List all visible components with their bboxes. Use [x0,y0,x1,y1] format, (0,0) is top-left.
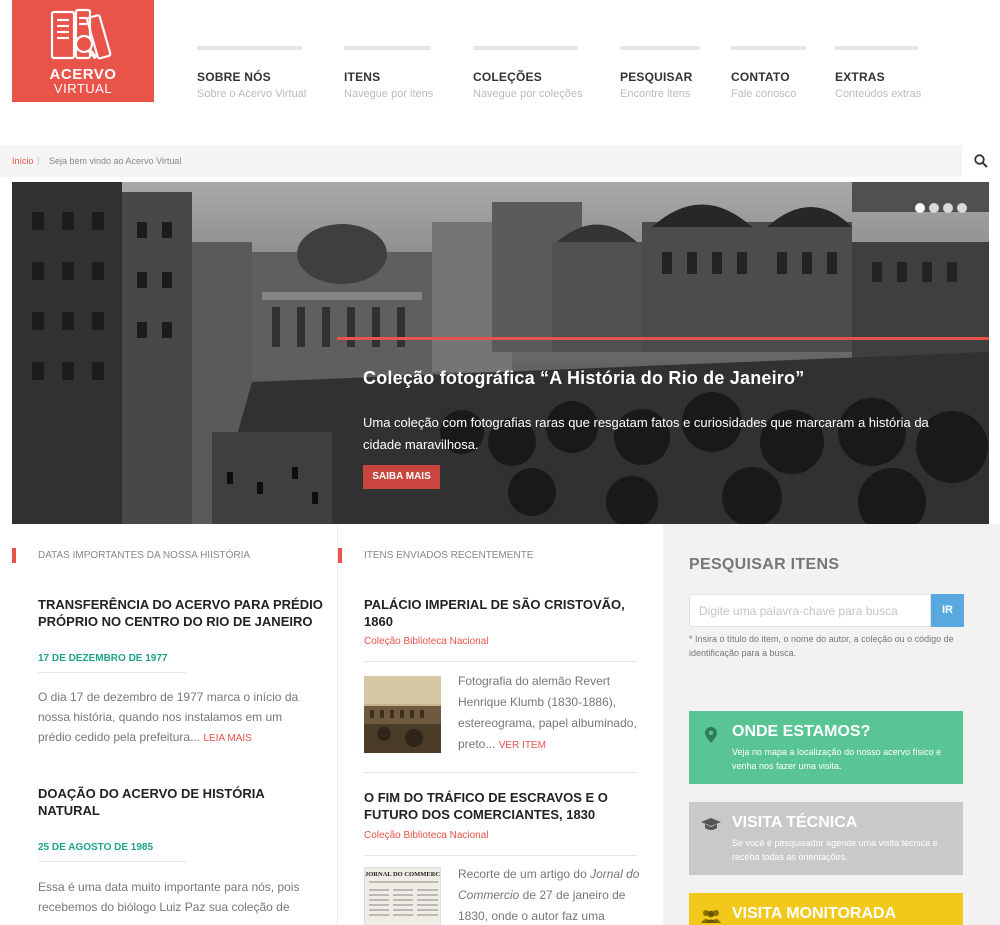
nav-title: COLEÇÕES [473,70,542,84]
nav-sobre-nos[interactable]: SOBRE NÓS Sobre o Acervo Virtual [197,46,306,100]
breadcrumb-message: Seja bem vindo ao Acervo Virtual [49,156,182,166]
item-thumbnail[interactable] [364,676,441,753]
item-text-body: Fotografia do alemão Revert Henrique Klu… [458,674,637,751]
nav-colecoes[interactable]: COLEÇÕES Navegue por coleções [473,46,582,100]
hero-title: Coleção fotográfica “A História do Rio d… [363,368,805,388]
nav-itens[interactable]: ITENS Navegue por itens [344,46,433,100]
hero-description: Uma coleção com fotografias raras que re… [363,415,929,452]
group-icon [701,910,721,923]
hero-photo [12,182,989,524]
nav-title: SOBRE NÓS [197,70,271,84]
card-title: VISITA TÉCNICA [732,814,858,831]
nav-subtitle: Conteúdos extras [835,88,922,100]
nav-subtitle: Navegue por coleções [473,88,583,100]
item-title[interactable]: O FIM DO TRÁFICO DE ESCRAVOS E O FUTURO … [364,789,634,823]
breadcrumb: Início | Seja bem vindo ao Acervo Virtua… [0,145,1000,177]
card-visita-monitorada[interactable]: VISITA MONITORADA [689,893,963,925]
nav-title: EXTRAS [835,70,885,84]
card-title: VISITA MONITORADA [732,905,897,922]
leia-mais-link[interactable]: LEIA MAIS [203,733,251,744]
palace-photo [364,676,441,753]
nav-subtitle: Encontre itens [620,88,691,100]
header-search-button[interactable] [962,145,1000,177]
items-column: ITENS ENVIADOS RECENTEMENTE PALÁCIO IMPE… [337,524,663,925]
slider-dots [915,203,967,213]
breadcrumb-home-link[interactable]: Início [12,156,34,166]
nav-subtitle: Fale conosco [731,88,797,100]
slider-dot[interactable] [943,203,953,213]
search-title: PESQUISAR ITENS [689,556,840,573]
item-description: Fotografia do alemão Revert Henrique Klu… [458,671,643,756]
hero-slider: Coleção fotográfica “A História do Rio d… [12,182,989,524]
books-magnifier-icon [50,8,112,60]
event-text: Essa é uma data muito importante para nó… [38,880,300,914]
search-submit-button[interactable]: IR [931,594,964,627]
nav-subtitle: Sobre o Acervo Virtual [197,88,307,100]
item-collection-link[interactable]: Coleção Biblioteca Nacional [364,636,489,647]
nav-title: CONTATO [731,70,790,84]
item-collection-link[interactable]: Coleção Biblioteca Nacional [364,830,489,841]
slider-dot[interactable] [957,203,967,213]
dates-heading: DATAS IMPORTANTES DA NOSSA HIISTÓRIA [12,548,250,563]
sidebar: PESQUISAR ITENS IR * Insira o título do … [663,524,1000,925]
card-title: ONDE ESTAMOS? [732,723,871,740]
breadcrumb-separator: | [37,155,40,165]
item-title[interactable]: PALÁCIO IMPERIAL DE SÃO CRISTOVÃO, 1860 [364,596,634,630]
nav-extras[interactable]: EXTRAS Conteúdos extras [835,46,921,100]
item-text-pre: Recorte de um artigo do [458,867,591,881]
event-text-body: O dia 17 de dezembro de 1977 marca o iní… [38,690,299,744]
nav-contato[interactable]: CONTATO Fale conosco [731,46,806,100]
card-onde-estamos[interactable]: ONDE ESTAMOS? Veja no mapa a localização… [689,711,963,784]
nav-bar [731,46,806,50]
event-text: O dia 17 de dezembro de 1977 marca o iní… [38,687,313,749]
nav-bar [620,46,700,50]
event-date: 25 DE AGOSTO DE 1985 [38,842,154,853]
hero-accent-line [337,337,989,340]
newspaper-columns [369,881,438,916]
search-hint: * Insira o título do item, o nome do aut… [689,634,954,658]
newspaper-masthead: JORNAL DO COMMERCIO. [365,871,441,878]
graduation-cap-icon [701,818,721,830]
nav-title: PESQUISAR [620,70,693,84]
slider-dot[interactable] [929,203,939,213]
card-text: Veja no mapa a localização do nosso acer… [732,747,942,771]
event-title[interactable]: TRANSFERÊNCIA DO ACERVO PARA PRÉDIO PRÓP… [38,596,323,630]
item-description: Recorte de um artigo do Jornal do Commer… [458,864,643,925]
divider [364,772,637,773]
nav-subtitle: Navegue por itens [344,88,434,100]
items-heading: ITENS ENVIADOS RECENTEMENTE [338,548,533,563]
nav-title: ITENS [344,70,381,84]
nav-bar [344,46,431,50]
divider [38,861,186,862]
divider [38,672,186,673]
nav-bar [473,46,578,50]
search-input[interactable] [689,594,931,627]
item-thumbnail[interactable]: JORNAL DO COMMERCIO. [364,867,441,925]
logo-line2: VIRTUAL [53,81,113,96]
event-date: 17 DE DEZEMBRO DE 1977 [38,653,168,664]
nav-bar [835,46,918,50]
card-visita-tecnica[interactable]: VISITA TÉCNICA Se você é pesquisador age… [689,802,963,875]
event-title[interactable]: DOAÇÃO DO ACERVO DE HISTÓRIA NATURAL [38,785,323,819]
nav-bar [197,46,302,50]
slider-dot[interactable] [915,203,925,213]
ver-item-link[interactable]: VER ITEM [499,740,546,751]
map-pin-icon [705,727,717,743]
dates-column: DATAS IMPORTANTES DA NOSSA HIISTÓRIA TRA… [12,524,337,925]
divider [364,855,637,856]
search-icon [974,154,988,168]
card-text: Se você é pesquisador agende uma visita … [732,838,938,862]
logo[interactable]: ACERVO VIRTUAL [12,0,154,102]
nav-pesquisar[interactable]: PESQUISAR Encontre itens [620,46,700,100]
divider [364,661,637,662]
saiba-mais-button[interactable]: SAIBA MAIS [363,465,440,489]
